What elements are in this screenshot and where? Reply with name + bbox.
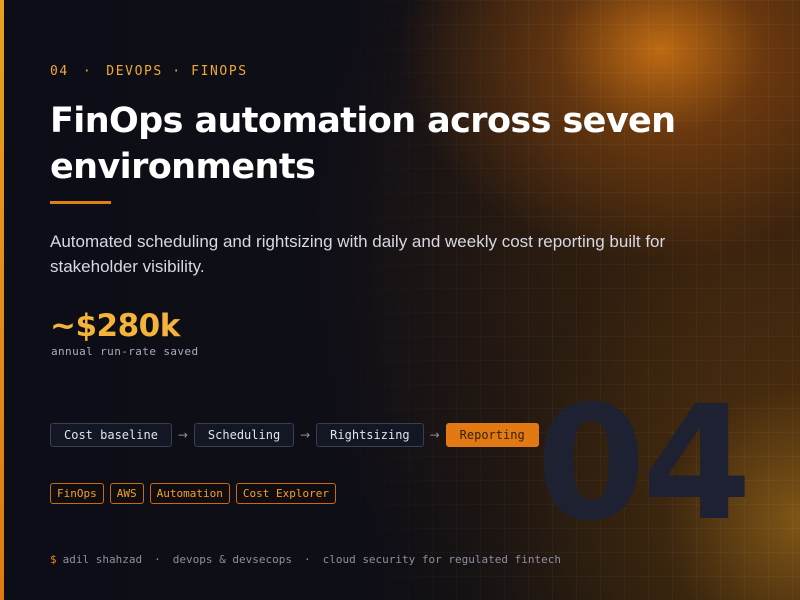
- eyebrow: 04 · DEVOPS · FINOPS: [50, 64, 248, 79]
- page-title: FinOps automation across seven environme…: [50, 101, 676, 187]
- pipeline-step-cost-baseline: Cost baseline: [50, 423, 172, 447]
- pipeline-step-reporting: Reporting: [445, 423, 539, 447]
- pipeline-step-scheduling: Scheduling: [193, 423, 295, 447]
- eyebrow-number: 04: [50, 64, 69, 79]
- footer-tagline: cloud security for regulated fintech: [322, 553, 561, 566]
- subtitle: Automated scheduling and rightsizing wit…: [50, 232, 666, 276]
- footer-separator: ·: [154, 553, 161, 566]
- terminal-prompt-icon: $: [50, 553, 57, 566]
- pipeline-step-rightsizing: Rightsizing: [316, 423, 424, 447]
- arrow-right-icon: →: [429, 428, 440, 442]
- title-underline: [50, 201, 111, 204]
- footer-name: adil shahzad: [62, 553, 143, 566]
- watermark-number: 04: [536, 372, 752, 556]
- tag-finops: FinOps: [50, 483, 104, 504]
- footer-separator: ·: [303, 553, 311, 566]
- left-accent-bar: [0, 0, 4, 600]
- metric-label: annual run-rate saved: [51, 345, 199, 358]
- metric-value: ~$280k: [50, 308, 180, 344]
- arrow-right-icon: →: [300, 428, 311, 442]
- tag-cost-explorer: Cost Explorer: [235, 483, 336, 504]
- tag-aws: AWS: [109, 483, 144, 504]
- eyebrow-separator: ·: [82, 64, 93, 79]
- footer-role: devops & devsecops: [172, 553, 292, 566]
- tag-automation: Automation: [149, 483, 230, 504]
- tag-list: FinOps AWS Automation Cost Explorer: [50, 483, 336, 504]
- footer: $ adil shahzad · devops & devsecops · cloud s…: [50, 553, 561, 566]
- eyebrow-category: DEVOPS · FINOPS: [106, 64, 248, 79]
- pipeline: Cost baseline → Scheduling → Rightsizing…: [50, 423, 539, 447]
- arrow-right-icon: →: [177, 428, 188, 442]
